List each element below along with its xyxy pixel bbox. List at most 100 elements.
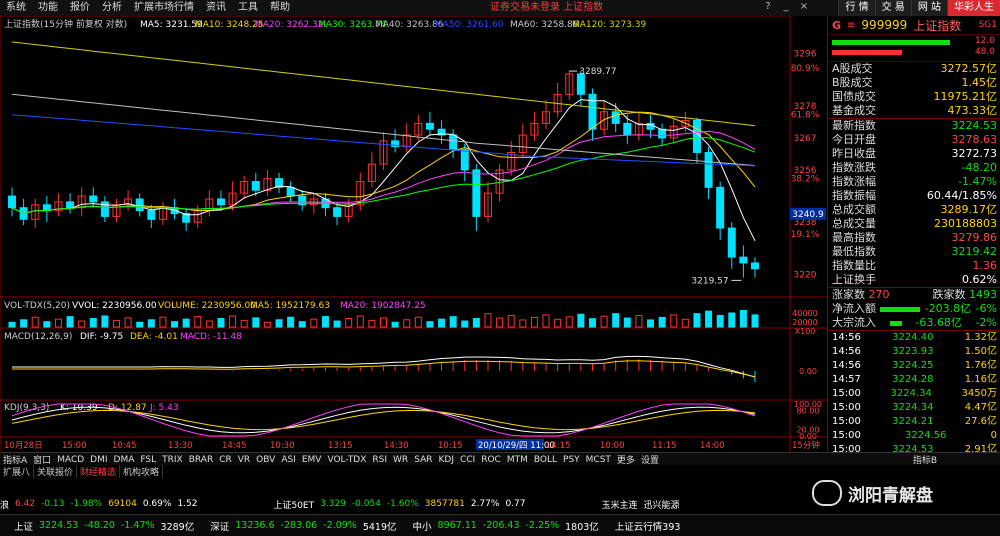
indicator-tab-7[interactable]: BRAR	[186, 455, 216, 465]
chart-canvas[interactable]: 上证指数(15分钟 前复权 对数) MA5: 3231.59MA10: 3248.…	[0, 15, 827, 454]
extension-tab-1[interactable]: 关联报价	[34, 465, 78, 478]
extension-tab-2[interactable]: 财经精选	[77, 465, 121, 478]
stat-label: 指数涨跌	[832, 161, 876, 174]
status-item: 深证	[210, 521, 230, 533]
status-item: -2.09%	[323, 520, 357, 531]
ticker-item: 1.52	[177, 499, 198, 509]
vol-axis-label: 20000	[792, 318, 817, 327]
indicator-tab-2[interactable]: MACD	[54, 455, 87, 465]
tick-row: 14:56 3223.93 1.50亿	[828, 345, 1000, 359]
x-axis-label: 14:00	[700, 441, 725, 451]
indicator-tab-6[interactable]: TRIX	[159, 455, 186, 465]
extension-tab-3[interactable]: 机构攻略	[120, 465, 164, 478]
stat-row: 上证换手 0.62%	[828, 273, 1000, 287]
indicator-tab-14[interactable]: RSI	[369, 455, 390, 465]
volume-bar	[542, 314, 550, 328]
extension-tab-0[interactable]: 扩展八	[0, 465, 35, 478]
candle-body	[704, 151, 713, 188]
ticker-item: 3857781	[424, 499, 465, 509]
tick-volume: 1.50亿	[964, 346, 997, 357]
menu-item-0[interactable]: 系统	[0, 0, 32, 16]
quick-button-0[interactable]: 行 情	[838, 0, 875, 16]
volume-bar	[310, 318, 318, 328]
indicator-tab-21[interactable]: BOLL	[531, 455, 560, 465]
volume-bar	[147, 319, 155, 328]
stat-row: 指数量比 1.36	[828, 259, 1000, 273]
status-item: -48.20	[84, 520, 115, 531]
ma-header-7: MA60: 3258.86	[510, 20, 579, 30]
indicator-tab-4[interactable]: DMA	[111, 455, 138, 465]
tick-row: 15:00 3224.21 27.6亿	[828, 415, 1000, 429]
quick-button-1[interactable]: 交 易	[874, 0, 911, 16]
turnover-value: 1.45亿	[961, 76, 998, 89]
indicator-tab-22[interactable]: PSY	[560, 455, 583, 465]
ticker-item: 0.69%	[142, 499, 172, 509]
tick-row: 14:56 3224.25 1.76亿	[828, 359, 1000, 373]
stat-label: 昨日收盘	[832, 147, 876, 160]
vol-header-3: MA5: 1952179.63	[250, 301, 330, 311]
tick-time: 15:00	[832, 430, 861, 441]
indicator-tab-15[interactable]: WR	[390, 455, 411, 465]
menu-item-6[interactable]: 工具	[232, 0, 264, 16]
stat-value: -48.20	[961, 161, 997, 174]
tick-volume: 4.47亿	[964, 402, 997, 413]
x-axis-label: 14:30	[384, 441, 409, 451]
turnover-row: A股成交 3272.57亿	[828, 62, 1000, 76]
candle-body	[333, 207, 342, 217]
indicator-tab-23[interactable]: MCST	[583, 455, 614, 465]
kline-chart[interactable]: 上证指数(15分钟 前复权 对数) MA5: 3231.59 MA10: 3248.…	[0, 15, 827, 454]
menu-item-7[interactable]: 帮助	[264, 0, 296, 16]
volume-bar	[496, 317, 504, 328]
menu-item-1[interactable]: 功能	[32, 0, 64, 16]
indicator-tab-13[interactable]: VOL-TDX	[324, 455, 369, 465]
indicator-tab-9[interactable]: VR	[235, 455, 253, 465]
status-item: 8967.11	[437, 520, 477, 531]
indicator-tab-10[interactable]: OBV	[253, 455, 278, 465]
quick-button-2[interactable]: 网 站	[910, 0, 947, 16]
flow-bar	[889, 321, 902, 326]
candle-body	[658, 128, 667, 139]
turnover-row: 国债成交 11975.21亿	[828, 90, 1000, 104]
indicator-tab-18[interactable]: CCI	[457, 455, 478, 465]
close-icon[interactable]: ×	[796, 0, 812, 14]
indicator-tab-17[interactable]: KDJ	[435, 455, 457, 465]
flow-percent: -6%	[975, 302, 997, 315]
indicator-tab-16[interactable]: SAR	[411, 455, 435, 465]
stat-value: -1.47%	[958, 175, 997, 188]
help-icon[interactable]: ?	[760, 0, 776, 14]
indicator-tab-19[interactable]: ROC	[478, 455, 504, 465]
tick-row: 15:00 3224.34 3450万	[828, 387, 1000, 401]
menu-item-5[interactable]: 资讯	[200, 0, 232, 16]
volume-bar	[240, 319, 248, 328]
index-header: G ≡ 999999 上证指数 SG1	[828, 16, 1000, 35]
volume-bar	[380, 317, 387, 328]
vol-header-0: VOL-TDX(5,20)	[4, 301, 70, 311]
fib-axis-label: 80.9%	[791, 64, 820, 74]
volume-bar	[530, 316, 538, 328]
menu-item-3[interactable]: 分析	[96, 0, 128, 16]
indicator-tab-8[interactable]: CR	[216, 455, 235, 465]
quote-ticker: 浪 6.42 -0.13 -1.98% 69104 0.69% 1.52 上证50ET 3.32…	[0, 497, 1000, 511]
indicator-tab-5[interactable]: FSL	[137, 455, 159, 465]
indicator-tab-20[interactable]: MTM	[504, 455, 531, 465]
menu-item-2[interactable]: 报价	[64, 0, 96, 16]
menu-item-4[interactable]: 扩展市场行情	[128, 0, 200, 16]
volume-bar	[705, 310, 713, 328]
indicator-tab-11[interactable]: ASI	[278, 455, 299, 465]
up-count-label: 涨家数	[832, 288, 865, 301]
quick-button-3[interactable]: 华彩人生	[947, 0, 1000, 16]
candle-body	[135, 198, 144, 212]
chart-frame	[0, 15, 791, 454]
minimize-icon[interactable]: _	[778, 0, 794, 14]
stat-value: 3219.42	[951, 245, 998, 258]
status-item: 上证	[14, 521, 34, 533]
volume-bar	[368, 319, 376, 328]
extension-tabs: 扩展八 关联报价 财经精选 机构攻略	[0, 465, 1000, 478]
indicator-tab-3[interactable]: DMI	[87, 455, 110, 465]
ma-header-1: MA5: 3231.59	[140, 20, 203, 30]
candle-body	[89, 195, 98, 203]
volume-bar	[507, 315, 515, 328]
indicator-tab-12[interactable]: EMV	[299, 455, 325, 465]
stat-label: 上证换手	[832, 273, 876, 286]
flow-row: 大宗流入 -63.68亿 -2%	[828, 316, 1000, 330]
